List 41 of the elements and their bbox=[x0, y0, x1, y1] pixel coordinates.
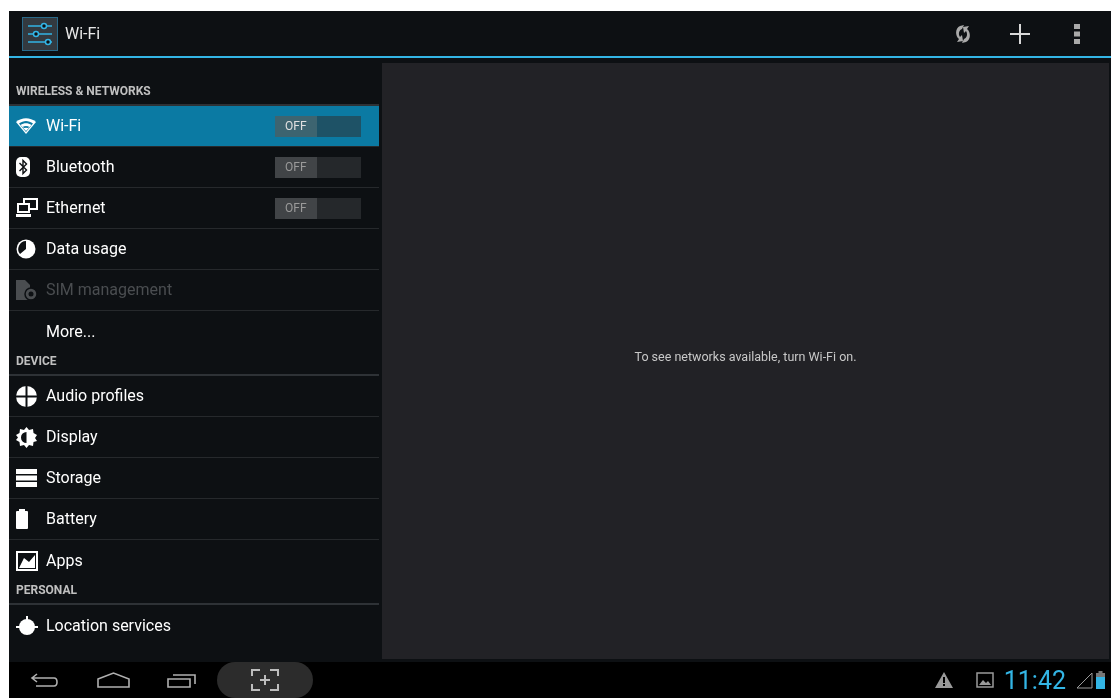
settings-item[interactable]: Audio profiles bbox=[9, 376, 379, 417]
settings-item[interactable]: Bluetooth OFF bbox=[9, 147, 379, 188]
warning-icon bbox=[934, 672, 953, 688]
battery-icon bbox=[16, 509, 28, 529]
add-icon[interactable] bbox=[1009, 22, 1031, 45]
computers-icon bbox=[16, 198, 38, 218]
back-icon[interactable] bbox=[30, 672, 60, 688]
overflow-menu-icon[interactable] bbox=[1074, 23, 1080, 44]
pie-chart-icon bbox=[16, 239, 36, 259]
brightness-gear-icon bbox=[16, 426, 37, 448]
settings-item[interactable]: Ethernet OFF bbox=[9, 188, 379, 229]
clock: 11:42 bbox=[1003, 667, 1066, 693]
toggle-switch[interactable]: OFF bbox=[275, 115, 361, 137]
empty-message: To see networks available, turn Wi-Fi on. bbox=[634, 347, 857, 366]
sim-card-icon bbox=[16, 280, 38, 300]
section-header: PERSONAL bbox=[16, 582, 77, 599]
settings-item[interactable]: Wi-Fi OFF bbox=[9, 106, 379, 147]
recent-apps-icon[interactable] bbox=[167, 672, 197, 688]
settings-sliders-icon[interactable] bbox=[22, 16, 58, 51]
section-header: DEVICE bbox=[16, 353, 57, 370]
wifi-icon bbox=[16, 118, 36, 134]
settings-item[interactable]: Apps bbox=[9, 540, 379, 581]
battery-icon bbox=[1096, 671, 1105, 689]
signal-icon bbox=[1076, 671, 1093, 689]
settings-item[interactable]: Battery bbox=[9, 499, 379, 540]
settings-item[interactable]: Location services bbox=[9, 605, 379, 646]
screenshot-button[interactable] bbox=[217, 662, 313, 698]
settings-item[interactable]: Storage bbox=[9, 458, 379, 499]
settings-item[interactable]: Display bbox=[9, 417, 379, 458]
framed-picture-icon bbox=[16, 550, 38, 571]
screen-title: Wi-Fi bbox=[65, 22, 101, 45]
home-icon[interactable] bbox=[97, 672, 130, 688]
settings-item[interactable]: Data usage bbox=[9, 229, 379, 270]
bluetooth-icon bbox=[16, 157, 30, 177]
settings-item[interactable]: More... bbox=[9, 311, 379, 352]
circle-quadrants-icon bbox=[16, 385, 37, 407]
location-target-icon bbox=[16, 615, 38, 636]
stacked-drives-icon bbox=[16, 469, 37, 487]
capture-frame-icon bbox=[251, 669, 279, 691]
section-header: WIRELESS & NETWORKS bbox=[16, 83, 151, 100]
image-icon bbox=[975, 672, 994, 688]
